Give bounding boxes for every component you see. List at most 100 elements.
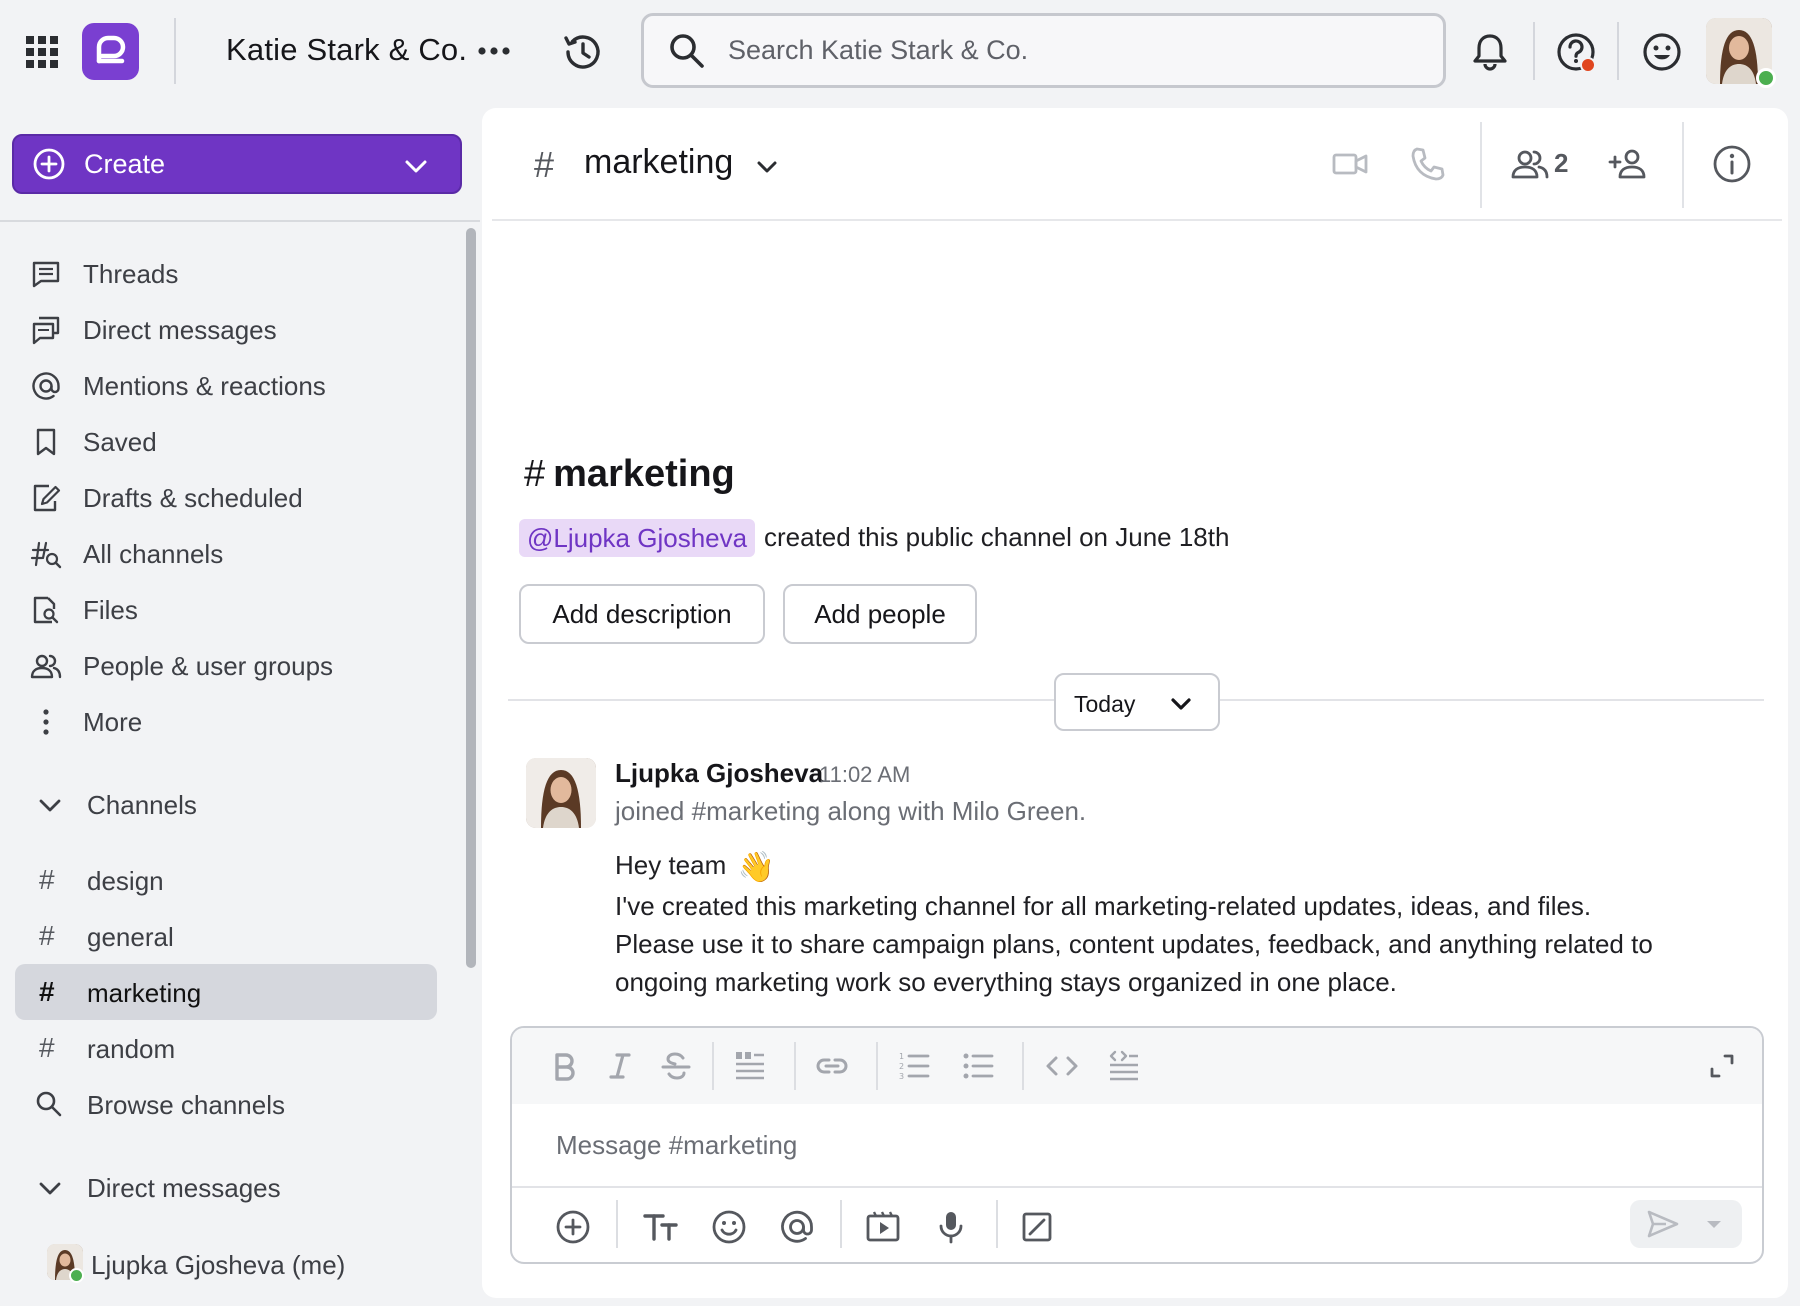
- search-input[interactable]: [728, 35, 1408, 66]
- channel-item-general[interactable]: # general: [15, 908, 437, 964]
- message-timestamp[interactable]: 11:02 AM: [819, 762, 910, 788]
- video-call-icon[interactable]: [1330, 144, 1370, 184]
- members-icon[interactable]: [1510, 144, 1550, 184]
- more-horizontal-icon[interactable]: [474, 34, 514, 68]
- channel-label: general: [87, 922, 174, 952]
- date-divider-button[interactable]: Today: [1054, 673, 1220, 731]
- channel-search-icon: [30, 541, 62, 569]
- video-clip-icon[interactable]: [864, 1208, 902, 1246]
- toolbar-divider: [794, 1042, 796, 1090]
- message-composer: 123: [510, 1026, 1764, 1264]
- channel-intro-name: marketing: [553, 453, 735, 495]
- link-icon[interactable]: [814, 1048, 850, 1084]
- at-icon[interactable]: [778, 1208, 816, 1246]
- italic-icon[interactable]: [602, 1048, 638, 1084]
- channel-intro-text: created this public channel on June 18th: [764, 522, 1230, 552]
- expand-icon[interactable]: [1706, 1050, 1738, 1082]
- search-bar[interactable]: [641, 13, 1446, 88]
- hash-icon: #: [39, 864, 55, 895]
- slash-command-icon[interactable]: [1018, 1208, 1056, 1246]
- sidebar-item-people[interactable]: People & user groups: [0, 640, 440, 690]
- dm-section-toggle[interactable]: Direct messages: [0, 1162, 440, 1212]
- phone-call-icon[interactable]: [1408, 144, 1448, 184]
- search-icon: [36, 1091, 62, 1117]
- help-icon[interactable]: [1554, 30, 1598, 74]
- sidebar-item-label: Files: [83, 595, 138, 625]
- code-icon[interactable]: [1044, 1048, 1080, 1084]
- hash-icon: #: [39, 976, 55, 1007]
- sidebar-item-label: People & user groups: [83, 651, 334, 681]
- emoji-icon[interactable]: [710, 1208, 748, 1246]
- member-count[interactable]: 2: [1554, 148, 1568, 179]
- user-mention[interactable]: @Ljupka Gjosheva: [519, 519, 756, 557]
- sidebar-item-threads[interactable]: Threads: [0, 248, 440, 298]
- app-logo[interactable]: [82, 23, 139, 80]
- channels-section-toggle[interactable]: Channels: [0, 779, 440, 829]
- at-icon: [32, 372, 60, 400]
- sidebar-item-all-channels[interactable]: All channels: [0, 528, 440, 578]
- toolbar-divider: [1022, 1042, 1024, 1090]
- message-line: I've created this marketing channel for …: [615, 891, 1592, 921]
- sidebar-scrollbar[interactable]: [466, 228, 476, 968]
- header-divider: [492, 219, 1782, 221]
- chevron-down-icon[interactable]: [754, 154, 780, 180]
- channel-title[interactable]: marketing: [584, 143, 733, 182]
- bold-icon[interactable]: [546, 1048, 582, 1084]
- history-icon[interactable]: [560, 30, 604, 74]
- microphone-icon[interactable]: [932, 1208, 970, 1246]
- channel-item-random[interactable]: # random: [15, 1020, 437, 1076]
- bullet-list-icon[interactable]: [960, 1048, 996, 1084]
- sidebar-item-direct-messages[interactable]: Direct messages: [0, 304, 440, 354]
- code-block-icon[interactable]: [1106, 1048, 1142, 1084]
- chevron-down-icon[interactable]: [402, 152, 430, 180]
- svg-text:3: 3: [899, 1072, 904, 1081]
- plus-circle-icon[interactable]: [554, 1208, 592, 1246]
- quote-icon[interactable]: [732, 1048, 768, 1084]
- sidebar-item-label: Saved: [83, 427, 157, 457]
- add-people-button[interactable]: Add people: [783, 584, 977, 644]
- section-label: Direct messages: [87, 1173, 281, 1203]
- toolbar-divider: [840, 1200, 842, 1248]
- channel-item-design[interactable]: # design: [15, 852, 437, 908]
- add-description-button[interactable]: Add description: [519, 584, 765, 644]
- hash-icon: #: [534, 144, 555, 185]
- create-button[interactable]: Create: [12, 134, 462, 194]
- toolbar-divider: [712, 1042, 714, 1090]
- add-person-icon[interactable]: [1608, 144, 1648, 184]
- topbar-divider: [1533, 22, 1535, 80]
- user-avatar[interactable]: [1706, 18, 1776, 88]
- sidebar-item-saved[interactable]: Saved: [0, 416, 440, 466]
- svg-text:2: 2: [899, 1062, 904, 1071]
- sidebar-item-drafts[interactable]: Drafts & scheduled: [0, 472, 440, 522]
- bell-icon[interactable]: [1468, 30, 1512, 74]
- caret-down-icon[interactable]: [1704, 1216, 1724, 1232]
- message-author[interactable]: Ljupka Gjosheva: [615, 758, 823, 789]
- message-input[interactable]: [512, 1104, 1762, 1186]
- topbar-divider: [174, 18, 176, 84]
- chevron-down-icon: [1171, 698, 1191, 710]
- threads-icon: [32, 261, 60, 288]
- chevron-down-icon: [39, 1182, 61, 1195]
- sidebar-item-label: Drafts & scheduled: [83, 483, 303, 513]
- section-label: Channels: [87, 790, 197, 820]
- hash-icon: #: [39, 1032, 55, 1063]
- sidebar-item-mentions[interactable]: Mentions & reactions: [0, 360, 440, 410]
- numbered-list-icon[interactable]: 123: [896, 1048, 932, 1084]
- strikethrough-icon[interactable]: [658, 1048, 694, 1084]
- sidebar-item-label: More: [83, 707, 143, 737]
- presence-dot: [1756, 68, 1776, 88]
- send-icon[interactable]: [1646, 1208, 1680, 1240]
- channel-item-marketing[interactable]: # marketing: [15, 964, 437, 1020]
- toolbar-divider: [876, 1042, 878, 1090]
- info-icon[interactable]: [1712, 144, 1752, 184]
- browse-channels-item[interactable]: Browse channels: [15, 1076, 437, 1132]
- avatar[interactable]: [526, 758, 596, 828]
- composer-divider: [512, 1186, 1762, 1188]
- sidebar-item-files[interactable]: Files: [0, 584, 440, 634]
- dm-item-self[interactable]: Ljupka Gjosheva (me): [15, 1236, 437, 1292]
- sidebar-item-more[interactable]: More: [0, 696, 440, 746]
- emoji-status-icon[interactable]: [1640, 30, 1684, 74]
- app-grid-icon[interactable]: [24, 34, 60, 70]
- workspace-name[interactable]: Katie Stark & Co.: [226, 32, 467, 68]
- text-format-icon[interactable]: [642, 1208, 680, 1246]
